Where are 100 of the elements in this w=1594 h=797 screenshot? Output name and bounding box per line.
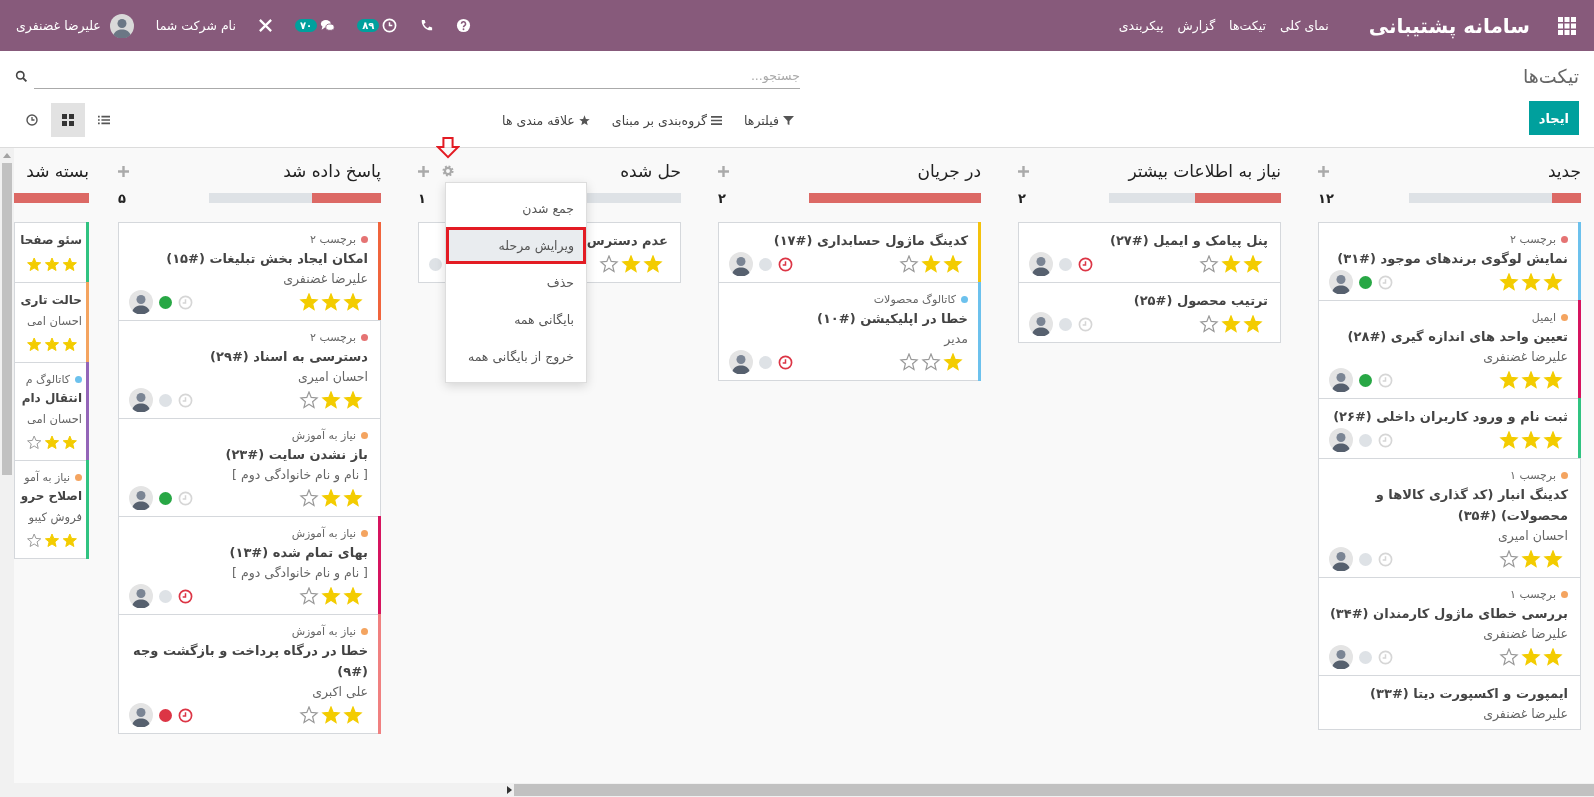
app-title: سامانه پشتیبانی (1368, 13, 1530, 38)
add-icon[interactable] (1318, 165, 1329, 177)
menu-item[interactable]: خروج از بایگانی همه (446, 338, 586, 375)
ticket-title: ایمپورت و اکسپورت دیتا (#۳۳) (1370, 685, 1568, 703)
ticket-title: ترتیب محصول (#۲۵) (1133, 292, 1268, 310)
ticket-card[interactable]: برچسب ۱ کدینگ انبار (کد گذاری کالاها و محصولات) (#۳۵) احسان امیری (1318, 458, 1581, 578)
search-field[interactable]: جستجو... (34, 63, 800, 89)
assignee-name: مدیر (942, 330, 968, 348)
nav-menu-item[interactable]: نمای کلی (1279, 18, 1329, 33)
status-dot[interactable] (1059, 257, 1072, 271)
add-icon[interactable] (418, 165, 429, 177)
ticket-title: خطا در درگاه پرداخت و بازگشت وجه (#۹) (132, 642, 368, 681)
filter-menu-button[interactable]: گروه‌بندی بر مبنای (605, 108, 729, 132)
tag-label: برچسب ۱ (1510, 468, 1556, 482)
progress-bar[interactable] (1109, 193, 1281, 203)
clock-icon[interactable] (1078, 256, 1093, 272)
status-dot[interactable] (1359, 373, 1372, 387)
user-avatar[interactable] (109, 13, 134, 38)
star-icon (578, 114, 590, 126)
assignee-name: علیرضا غضنفری (1482, 705, 1568, 724)
ticket-card[interactable]: نیاز به آموزش بهای تمام شده (#۱۳) [ نام و نام خانوادگی دوم ] (118, 516, 381, 615)
view-switch-button[interactable] (51, 103, 85, 137)
status-dot[interactable] (759, 355, 772, 369)
assignee-name: [ نام و نام خانوادگی دوم ] (231, 466, 368, 485)
tools-icon[interactable] (257, 18, 273, 33)
ticket-card[interactable]: برچسب ۲ امکان ایجاد بخش تبلیغات (#۱۵) علیرضا غضنفری (118, 222, 381, 321)
ticket-card[interactable]: کدینگ ماژول حسابداری (#۱۷) (718, 222, 981, 283)
status-dot[interactable] (159, 708, 172, 722)
vertical-scrollbar[interactable] (0, 148, 14, 797)
status-dot[interactable] (1059, 317, 1072, 331)
status-dot[interactable] (159, 393, 172, 407)
ticket-card[interactable]: نیاز به آموزش باز نشدن سایت (#۲۳) [ نام و نام خانوادگی دوم ] (118, 418, 381, 517)
ticket-card[interactable]: نیاز به آموزش خطا در درگاه پرداخت و بازگشت وجه (#۹) علی اکبری (118, 614, 381, 734)
ticket-card[interactable]: ایمپورت و اکسپورت دیتا (#۳۳) علیرضا غضنفری (1318, 675, 1581, 730)
ticket-card[interactable]: سئو صفحا (14, 222, 89, 283)
record-count: ۱ (418, 190, 426, 206)
horizontal-scrollbar[interactable] (14, 783, 1594, 797)
assignee-name: [ نام و نام خانوادگی دوم ] (231, 564, 368, 583)
tag-label: کاتالوگ م (25, 372, 70, 386)
ticket-card[interactable]: نیاز به آمو اصلاح حرو فروش کیبو (14, 460, 89, 559)
help-icon[interactable] (456, 18, 472, 33)
ticket-card[interactable]: ایمیل تعیین واحد های اندازه گیری (#۲۸) علیرضا غضنفری (1318, 300, 1581, 399)
user-menu[interactable]: علیرضا غضنفری (16, 18, 101, 33)
ticket-title: پنل پیامک و ایمیل (#۲۷) (1109, 232, 1268, 250)
progress-bar[interactable] (1409, 193, 1581, 203)
status-dot[interactable] (1359, 650, 1372, 664)
filter-menu-button[interactable]: فیلترها (738, 108, 800, 132)
ticket-title: حالت تاری (20, 292, 82, 309)
status-dot[interactable] (759, 257, 772, 271)
ticket-title: کدینگ ماژول حسابداری (#۱۷) (773, 232, 968, 250)
column-title: نیاز به اطلاعات بیشتر (1128, 161, 1281, 181)
menu-item[interactable]: بایگانی همه (446, 301, 586, 338)
column-title: جدید (1547, 161, 1581, 181)
progress-bar[interactable] (209, 193, 381, 203)
menu-item[interactable]: جمع شدن (446, 190, 586, 227)
phone-icon[interactable] (419, 18, 435, 33)
nav-menu-item[interactable]: تیکت‌ها (1229, 18, 1266, 33)
ticket-card[interactable]: ترتیب محصول (#۲۵) (1018, 282, 1281, 343)
notification-badge: ۷۰ (294, 19, 318, 32)
add-icon[interactable] (1018, 165, 1029, 177)
ticket-card[interactable]: پنل پیامک و ایمیل (#۲۷) (1018, 222, 1281, 283)
status-dot[interactable] (159, 589, 172, 603)
ticket-title: امکان ایجاد بخش تبلیغات (#۱۵) (166, 250, 368, 268)
tag-label: نیاز به آموزش (291, 624, 356, 638)
status-dot[interactable] (159, 491, 172, 505)
ticket-card[interactable]: کاتالوگ محصولات خطا در اپلیکیشن (#۱۰) مدیر (718, 282, 981, 381)
clock-icon[interactable] (178, 588, 193, 604)
ticket-card[interactable]: برچسب ۲ دسترسی به اسناد (#۲۹) احسان امیری (118, 320, 381, 419)
add-icon[interactable] (118, 165, 129, 177)
column-title: پاسخ داده شد (283, 161, 381, 181)
status-dot[interactable] (1359, 433, 1372, 447)
clock-icon[interactable] (778, 256, 793, 272)
ticket-card[interactable]: کاتالوگ م انتقال دام احسان امی (14, 362, 89, 461)
ticket-title: بهای تمام شده (#۱۳) (229, 544, 368, 563)
ticket-card[interactable]: حالت تاری احسان امی (14, 282, 89, 363)
nav-menu-item[interactable]: گزارش (1177, 18, 1216, 33)
ticket-card[interactable]: ثبت نام و ورود کاربران داخلی (#۲۶) (1318, 398, 1581, 459)
list-icon (98, 114, 110, 126)
settings-icon[interactable] (442, 165, 454, 177)
kanban-icon (62, 114, 74, 126)
menu-item[interactable]: حذف (446, 264, 586, 301)
menu-item[interactable]: ویرایش مرحله (446, 227, 586, 264)
status-dot[interactable] (429, 257, 442, 271)
nav-menu-item[interactable]: پیکربندی (1118, 18, 1164, 33)
clock-icon[interactable] (778, 354, 793, 370)
assignee-name: احسان امیری (1497, 527, 1568, 546)
company-switcher[interactable]: نام شرکت شما (155, 18, 236, 33)
ticket-card[interactable]: برچسب ۲ نمایش لوگوی برندهای موجود (#۳۱) (1318, 222, 1581, 301)
assignee-name: احسان امی (25, 411, 82, 428)
status-dot[interactable] (1359, 552, 1372, 566)
ticket-card[interactable]: برچسب ۱ بررسی خطای ماژول کارمندان (#۳۴) علیرضا غضنفری (1318, 577, 1581, 676)
record-count: ۱۲ (1318, 190, 1334, 206)
tag-label: کاتالوگ محصولات (873, 292, 956, 306)
clock-icon[interactable] (178, 707, 193, 723)
apps-menu-icon[interactable] (1558, 16, 1576, 35)
add-icon[interactable] (718, 165, 729, 177)
status-dot[interactable] (1359, 275, 1372, 289)
status-dot[interactable] (159, 295, 172, 309)
filter-menu-button[interactable]: علاقه مندی ها (496, 108, 596, 132)
search-icon[interactable] (15, 69, 28, 83)
